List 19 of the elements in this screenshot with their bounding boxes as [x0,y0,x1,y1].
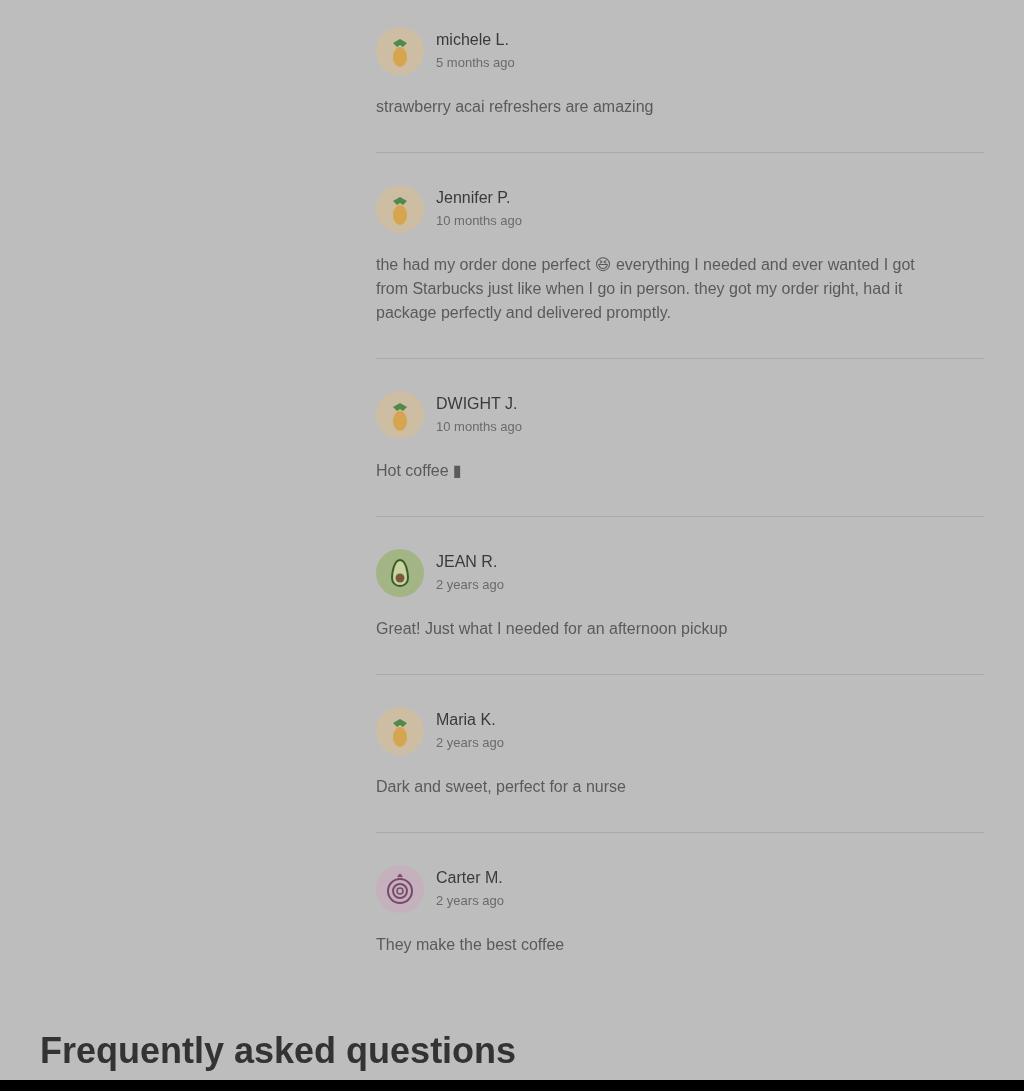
reviewer-name: Jennifer P. [436,188,512,208]
review-date: 10 months ago [436,212,522,230]
reviewer-name: Maria K. [436,710,497,730]
review-date: 2 years ago [436,576,504,594]
reviewer-name: michele L. [436,30,510,50]
review-date: 5 months ago [436,54,515,72]
reviewer-name: JEAN R. [436,552,499,572]
reviewer-name: DWIGHT J. [436,394,519,414]
section-heading: Frequently asked questions [40,1030,518,1072]
review-text: They make the best coffee [376,935,566,955]
review-date: 10 months ago [436,418,522,436]
review-date: 2 years ago [436,892,504,910]
review-text: strawberry acai refreshers are amazing [376,97,655,117]
reviewer-name: Carter M. [436,868,504,888]
review-text: Great! Just what I needed for an afternoon pickup [376,619,729,639]
review-text: Hot coffee ▮ [376,461,463,481]
review-text: the had my order done perfect 😆 everything I needed and ever wanted I got from Starbucks just like when I go in person. they got my order right, had it package perfectly and delivered promptly. [376,255,916,323]
review-text: Dark and sweet, perfect for a nurse [376,777,627,797]
review-date: 2 years ago [436,734,504,752]
